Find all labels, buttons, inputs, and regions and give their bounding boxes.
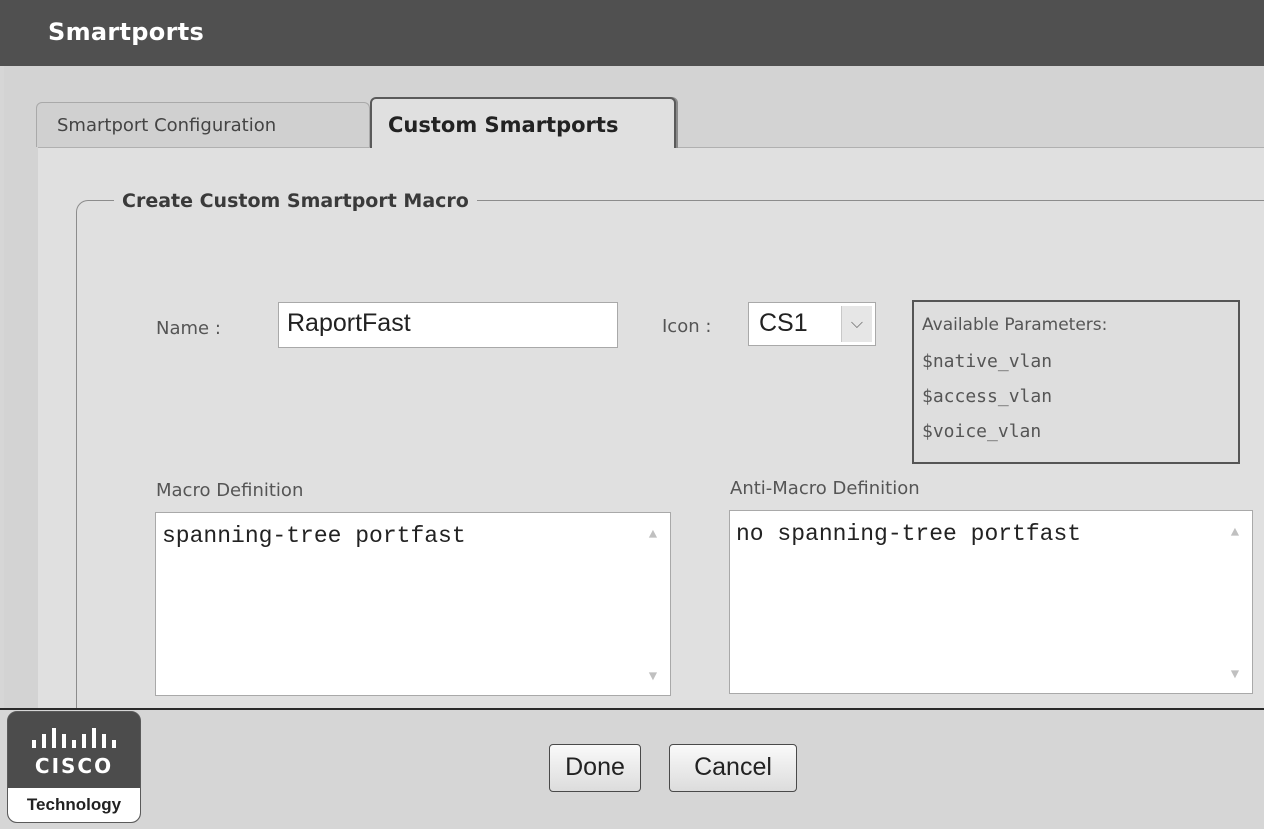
anti-macro-scrollbar[interactable]: ▲ ▼ — [1220, 513, 1250, 691]
cisco-logo: CISCO Technology — [7, 711, 141, 823]
available-parameters-box: Available Parameters: $native_vlan $acce… — [912, 300, 1240, 464]
tab-custom-smartports[interactable]: Custom Smartports — [370, 97, 676, 148]
parameter-item: $native_vlan — [922, 351, 1053, 372]
window-titlebar: Smartports — [0, 0, 1264, 66]
scroll-down-arrow-icon[interactable]: ▼ — [640, 665, 666, 689]
name-label: Name : — [156, 318, 221, 339]
logo-tagline: Technology — [8, 788, 140, 822]
window-title: Smartports — [48, 18, 205, 46]
scroll-up-arrow-icon[interactable]: ▲ — [640, 523, 666, 547]
icon-label: Icon : — [662, 316, 712, 337]
anti-macro-definition-text: no spanning-tree portfast — [736, 521, 1082, 547]
done-button[interactable]: Done — [549, 744, 641, 792]
cancel-button[interactable]: Cancel — [669, 744, 797, 792]
icon-select[interactable]: CS1 ⌵ — [748, 302, 876, 346]
cisco-bars-icon — [32, 728, 116, 748]
fieldset-legend: Create Custom Smartport Macro — [114, 190, 477, 212]
parameter-item: $access_vlan — [922, 386, 1053, 407]
anti-macro-definition-label: Anti-Macro Definition — [730, 478, 920, 499]
icon-select-value: CS1 — [759, 309, 808, 337]
anti-macro-definition-textarea[interactable]: no spanning-tree portfast ▲ ▼ — [729, 510, 1253, 694]
macro-definition-text: spanning-tree portfast — [162, 523, 466, 549]
parameter-item: $voice_vlan — [922, 421, 1042, 442]
tab-smartport-configuration[interactable]: Smartport Configuration — [36, 102, 370, 147]
scroll-up-arrow-icon[interactable]: ▲ — [1222, 521, 1248, 545]
cisco-brand-text: CISCO — [34, 754, 114, 778]
scroll-down-arrow-icon[interactable]: ▼ — [1222, 663, 1248, 687]
name-input[interactable]: RaportFast — [278, 302, 618, 348]
macro-definition-textarea[interactable]: spanning-tree portfast ▲ ▼ — [155, 512, 671, 696]
chevron-down-icon[interactable]: ⌵ — [841, 306, 872, 342]
parameters-heading: Available Parameters: — [922, 315, 1108, 335]
macro-scrollbar[interactable]: ▲ ▼ — [638, 515, 668, 693]
macro-definition-label: Macro Definition — [156, 480, 304, 501]
